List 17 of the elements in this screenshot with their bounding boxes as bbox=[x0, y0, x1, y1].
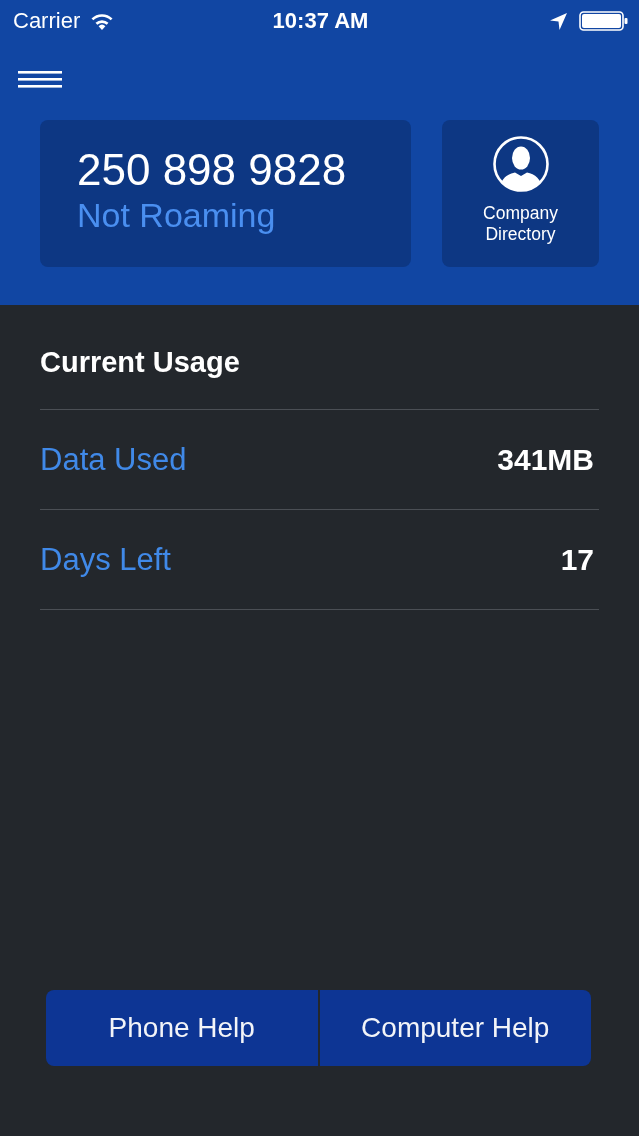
menu-icon[interactable] bbox=[18, 71, 62, 88]
location-arrow-icon bbox=[550, 12, 567, 30]
usage-label: Data Used bbox=[40, 441, 187, 478]
usage-value: 341MB bbox=[497, 441, 594, 478]
phone-number: 250 898 9828 bbox=[77, 146, 347, 194]
wifi-icon bbox=[90, 12, 115, 30]
company-directory-button[interactable]: Company Directory bbox=[442, 120, 599, 267]
status-time: 10:37 AM bbox=[272, 8, 369, 34]
help-button[interactable]: Computer Help bbox=[319, 990, 591, 1066]
battery-icon bbox=[579, 11, 628, 31]
section-title: Current Usage bbox=[40, 345, 240, 379]
roaming-status: Not Roaming bbox=[77, 196, 276, 234]
usage-value: 17 bbox=[560, 541, 594, 578]
person-icon bbox=[492, 136, 549, 192]
carrier-label: Carrier bbox=[13, 8, 81, 34]
help-button[interactable]: Phone Help bbox=[46, 990, 318, 1066]
usage-label: Days Left bbox=[40, 541, 171, 578]
